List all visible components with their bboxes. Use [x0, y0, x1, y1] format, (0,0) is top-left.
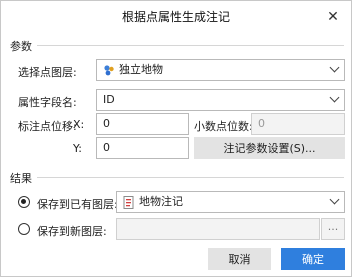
annotation-settings-button[interactable]: 注记参数设置(S)...: [194, 137, 345, 159]
existing-layer-value: 地物注记: [139, 195, 183, 208]
decimal-input-value: 0: [258, 117, 265, 130]
decimal-label: 小数点位数:: [194, 120, 253, 133]
attr-field-label: 属性字段名:: [18, 96, 77, 109]
dialog-window: 根据点属性生成注记 ✕ 参数 选择点图层: 独立地物 属性字段名: ID 标注点…: [0, 0, 352, 277]
y-label: Y:: [73, 142, 82, 155]
result-section-title: 结果: [10, 172, 32, 185]
existing-layer-dropdown[interactable]: 地物注记: [116, 191, 345, 213]
result-divider: [37, 177, 344, 178]
close-icon[interactable]: ✕: [325, 1, 341, 33]
attr-field-dropdown[interactable]: ID: [96, 89, 345, 111]
cancel-button[interactable]: 取消: [208, 248, 271, 270]
params-section-title: 参数: [10, 40, 32, 53]
y-input-value: 0: [103, 141, 110, 154]
save-existing-label: 保存到已有图层:: [37, 198, 118, 211]
layer-dropdown[interactable]: 独立地物: [96, 59, 345, 81]
dialog-title: 根据点属性生成注记: [121, 10, 230, 24]
x-label: X:: [73, 118, 85, 131]
chevron-down-icon: [329, 92, 340, 103]
save-new-radio[interactable]: [18, 223, 30, 235]
select-layer-label: 选择点图层:: [18, 66, 77, 79]
chevron-down-icon: [329, 62, 340, 73]
ok-button[interactable]: 确定: [281, 248, 345, 270]
chevron-down-icon: [329, 194, 340, 205]
save-existing-radio[interactable]: [18, 196, 30, 208]
x-input-value: 0: [103, 117, 110, 130]
y-input[interactable]: 0: [96, 137, 189, 159]
layer-dropdown-value: 独立地物: [119, 63, 163, 76]
browse-button: ···: [321, 218, 345, 240]
decimal-input: 0: [251, 113, 345, 135]
attr-field-value: ID: [103, 93, 115, 106]
point-layer-icon: [104, 65, 114, 76]
new-layer-input: [116, 218, 320, 240]
x-input[interactable]: 0: [96, 113, 189, 135]
offset-label: 标注点位移:: [18, 120, 77, 133]
params-divider: [37, 45, 344, 46]
annotation-layer-icon: [123, 196, 134, 209]
save-new-label: 保存到新图层:: [37, 225, 107, 238]
